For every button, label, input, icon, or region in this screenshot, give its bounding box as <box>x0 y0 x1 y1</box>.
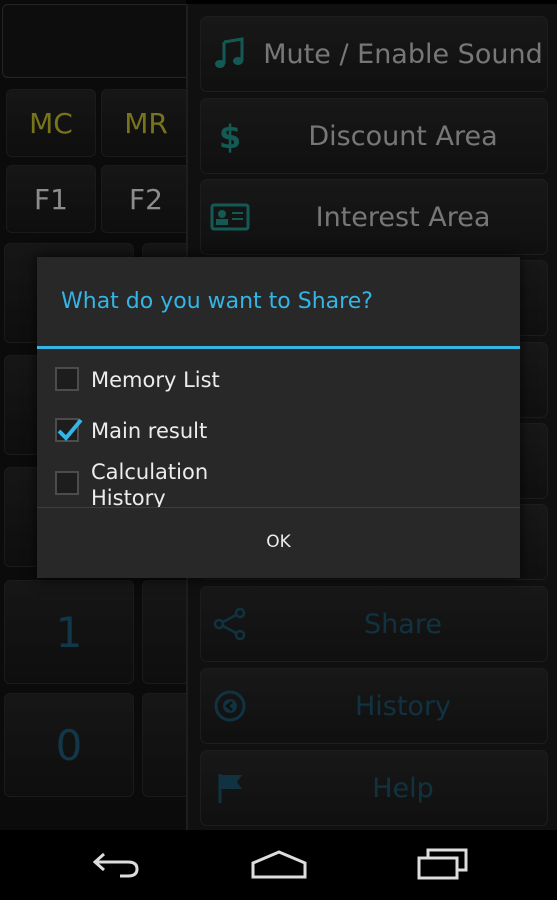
option-label: Main result <box>91 419 208 443</box>
memory-list-checkbox[interactable] <box>55 367 79 391</box>
option-label: Memory List <box>91 368 220 392</box>
home-icon[interactable] <box>249 844 309 884</box>
option-calculation-history[interactable]: Calculation History <box>37 459 520 507</box>
dialog-title: What do you want to Share? <box>37 257 520 349</box>
dialog-footer: OK <box>37 507 520 575</box>
calculation-history-checkbox[interactable] <box>55 471 79 495</box>
checkmark-icon <box>57 418 83 441</box>
back-icon[interactable] <box>86 844 146 884</box>
navigation-bar <box>0 830 557 900</box>
share-dialog: What do you want to Share? Memory List M… <box>37 257 520 578</box>
share-options-list[interactable]: Memory List Main result Calculation Hist… <box>37 349 520 507</box>
ok-button[interactable]: OK <box>37 508 520 575</box>
option-memory-list[interactable]: Memory List <box>37 367 520 393</box>
recent-apps-icon[interactable] <box>412 844 472 884</box>
option-label: Calculation History <box>91 460 209 507</box>
option-main-result[interactable]: Main result <box>37 418 520 444</box>
main-result-checkbox[interactable] <box>55 418 83 442</box>
